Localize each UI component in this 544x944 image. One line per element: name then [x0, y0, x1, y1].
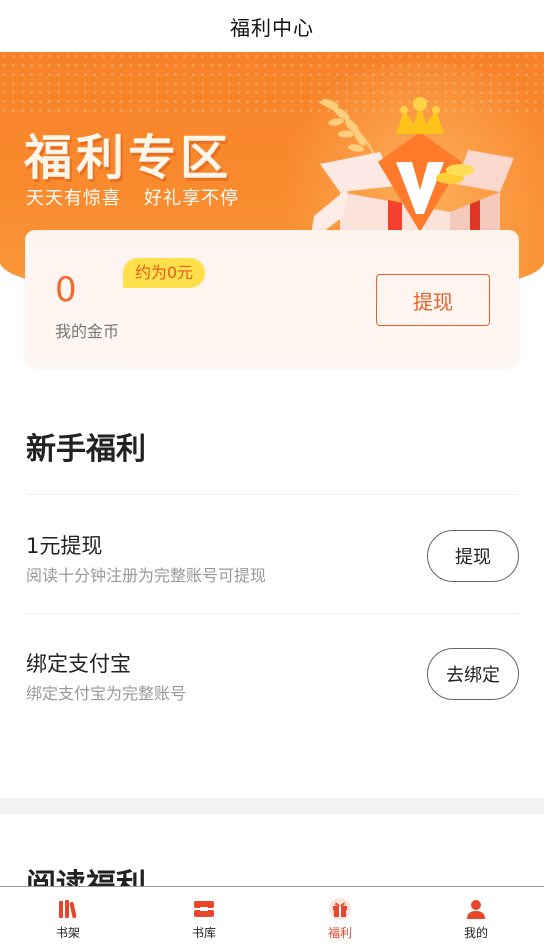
- coin-balance: 0: [55, 270, 77, 310]
- bookshelf-icon: [59, 900, 77, 919]
- coin-balance-label: 我的金币: [55, 322, 120, 341]
- banner-slogan-right: 好礼享不停: [144, 188, 239, 209]
- divider: [26, 494, 519, 495]
- tab-bookshelf[interactable]: 书架: [0, 887, 136, 944]
- newbie-section-title: 新手福利: [26, 432, 146, 467]
- tab-welfare[interactable]: 福利: [272, 887, 408, 944]
- library-icon: [194, 901, 214, 917]
- tab-library[interactable]: 书库: [136, 887, 272, 944]
- tab-profile[interactable]: 我的: [408, 887, 544, 944]
- coin-estimate-badge: 约为0元: [123, 258, 206, 288]
- task-title: 1元提现: [26, 534, 103, 558]
- task-title: 绑定支付宝: [26, 652, 131, 676]
- banner-headline: 福利专区: [24, 130, 233, 186]
- banner-slogan-left: 天天有惊喜: [26, 188, 121, 209]
- divider: [26, 613, 519, 614]
- section-gap: [0, 798, 544, 814]
- task-withdraw-one-yuan: 1元提现 阅读十分钟注册为完整账号可提现 提现: [26, 526, 519, 606]
- task-description: 绑定支付宝为完整账号: [26, 684, 187, 703]
- withdraw-button[interactable]: 提现: [376, 274, 490, 326]
- tab-label: 我的: [463, 926, 488, 940]
- wheat-decoration: [319, 99, 379, 163]
- gift-icon: [329, 898, 351, 920]
- bottom-tab-bar: 书架 书库 福利 我的: [0, 886, 544, 944]
- task-bind-alipay: 绑定支付宝 绑定支付宝为完整账号 去绑定: [26, 644, 519, 724]
- task-withdraw-button[interactable]: 提现: [427, 530, 519, 582]
- user-icon: [467, 900, 485, 919]
- tab-label: 书库: [191, 926, 216, 940]
- tab-label: 书架: [55, 926, 80, 940]
- page-title: 福利中心: [230, 15, 314, 40]
- task-description: 阅读十分钟注册为完整账号可提现: [26, 566, 267, 585]
- bind-alipay-button[interactable]: 去绑定: [427, 648, 519, 700]
- coin-card: 0 约为0元 我的金币 提现: [25, 230, 519, 368]
- top-bar: 福利中心: [0, 0, 544, 52]
- tab-label: 福利: [327, 926, 352, 940]
